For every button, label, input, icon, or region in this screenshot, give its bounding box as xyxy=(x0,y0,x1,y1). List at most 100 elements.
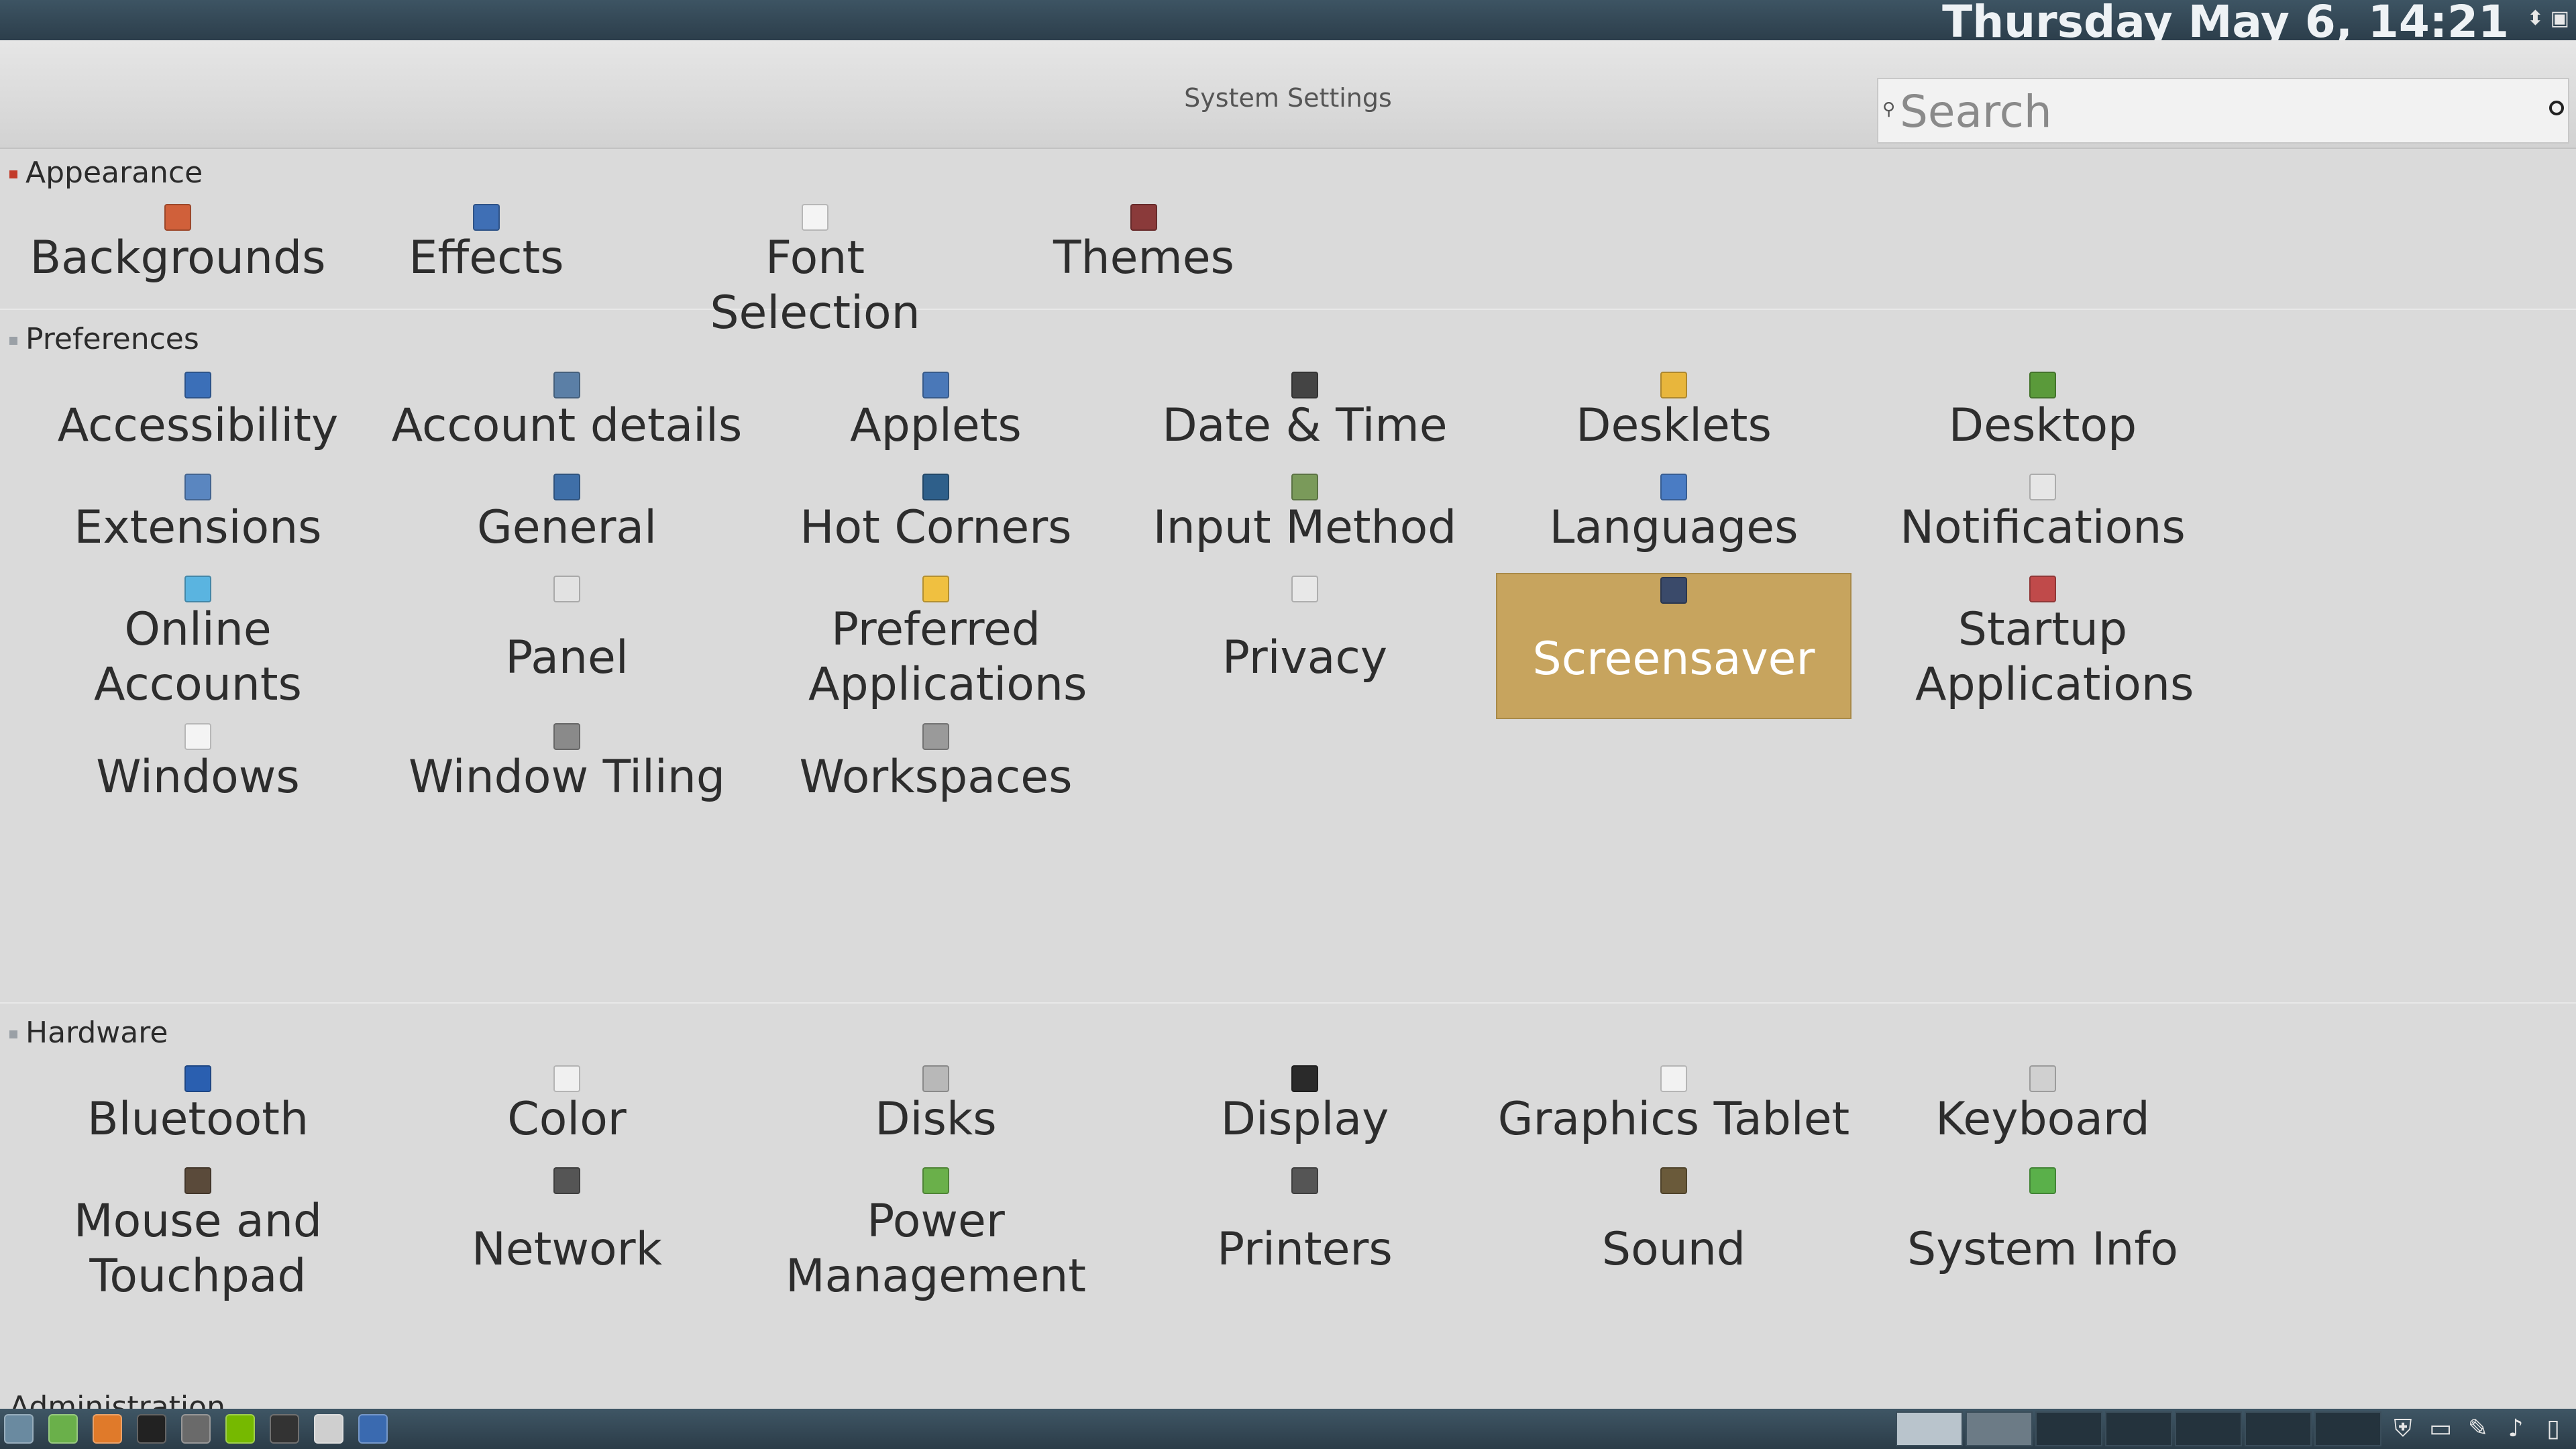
languages-icon xyxy=(1660,474,1687,500)
network-down-icon[interactable]: ⬍ xyxy=(2527,7,2544,30)
settings-item-privacy[interactable]: Privacy xyxy=(1127,573,1483,719)
disks-icon xyxy=(922,1065,949,1092)
settings-item-desktop[interactable]: Desktop xyxy=(1865,369,2220,470)
settings-item-system-info[interactable]: System Info xyxy=(1865,1165,2220,1311)
settings-item-applets[interactable]: Applets xyxy=(758,369,1114,470)
settings-item-label: Desktop xyxy=(1948,399,2137,452)
settings-item-label: Panel xyxy=(505,631,629,684)
settings-item-keyboard[interactable]: Keyboard xyxy=(1865,1063,2220,1163)
settings-icon[interactable] xyxy=(358,1414,388,1444)
color-icon xyxy=(553,1065,580,1092)
settings-item-display[interactable]: Display xyxy=(1127,1063,1483,1163)
workspace-switcher-item[interactable] xyxy=(2035,1411,2102,1446)
screensaver-icon xyxy=(1660,577,1687,604)
windows-icon xyxy=(184,723,211,750)
settings-item-power-management[interactable]: Power Management xyxy=(758,1165,1114,1311)
clear-search-icon[interactable] xyxy=(2549,101,2564,115)
settings-item-font-selection[interactable]: Font Selection xyxy=(657,201,973,339)
settings-item-effects[interactable]: Effects xyxy=(329,201,644,295)
settings-item-color[interactable]: Color xyxy=(389,1063,745,1163)
section-divider xyxy=(0,309,2576,310)
settings-item-accessibility[interactable]: Accessibility xyxy=(20,369,376,470)
music-icon[interactable]: ♪ xyxy=(2501,1414,2530,1444)
settings-item-date-time[interactable]: Date & Time xyxy=(1127,369,1483,470)
camera-icon[interactable] xyxy=(270,1414,299,1444)
terminal-icon[interactable] xyxy=(137,1414,166,1444)
settings-item-workspaces[interactable]: Workspaces xyxy=(758,720,1114,821)
settings-item-backgrounds[interactable]: Backgrounds xyxy=(20,201,335,295)
settings-item-label: General xyxy=(477,501,657,554)
settings-item-panel[interactable]: Panel xyxy=(389,573,745,719)
workspace-switcher-item[interactable] xyxy=(1966,1411,2033,1446)
settings-item-disks[interactable]: Disks xyxy=(758,1063,1114,1163)
settings-item-label: Color xyxy=(507,1093,627,1146)
bottom-panel: ⛨ ▭ ✎ ♪ ▯ xyxy=(0,1409,2576,1449)
settings-item-label: Bluetooth xyxy=(87,1093,309,1146)
notes-icon[interactable] xyxy=(314,1414,343,1444)
settings-item-graphics-tablet[interactable]: Graphics Tablet xyxy=(1496,1063,1851,1163)
online-accounts-icon xyxy=(184,576,211,602)
settings-item-label: Graphics Tablet xyxy=(1497,1093,1850,1146)
workspace-switcher-item[interactable] xyxy=(1896,1411,1963,1446)
settings-item-extensions[interactable]: Extensions xyxy=(20,471,376,572)
desklets-icon xyxy=(1660,372,1687,398)
settings-item-label: Accessibility xyxy=(57,399,339,452)
settings-item-label: Applets xyxy=(850,399,1022,452)
search-icon: ⚲ xyxy=(1882,99,1896,119)
firefox-icon[interactable] xyxy=(93,1414,122,1444)
settings-item-screensaver[interactable]: Screensaver xyxy=(1496,573,1851,719)
settings-item-label: Printers xyxy=(1217,1223,1393,1276)
workspace-switcher-item[interactable] xyxy=(2105,1411,2172,1446)
section-bullet-icon xyxy=(9,337,17,345)
settings-item-window-tiling[interactable]: Window Tiling xyxy=(389,720,745,821)
settings-item-account-details[interactable]: Account details xyxy=(389,369,745,470)
settings-item-label: Input Method xyxy=(1152,501,1457,554)
workspace-switcher-item[interactable] xyxy=(2245,1411,2312,1446)
settings-item-label: Date & Time xyxy=(1162,399,1448,452)
settings-item-label: Backgrounds xyxy=(30,231,326,284)
graphics-tablet-icon xyxy=(1660,1065,1687,1092)
section-header-hardware: Hardware xyxy=(9,1016,168,1056)
section-bullet-icon xyxy=(9,170,17,178)
settings-item-general[interactable]: General xyxy=(389,471,745,572)
files-icon[interactable] xyxy=(48,1414,78,1444)
pen-icon[interactable]: ✎ xyxy=(2463,1414,2493,1444)
workspace-switcher-item[interactable] xyxy=(2314,1411,2381,1446)
settings-item-hot-corners[interactable]: Hot Corners xyxy=(758,471,1114,572)
settings-item-themes[interactable]: Themes xyxy=(986,201,1301,295)
panel-icon xyxy=(553,576,580,602)
keyboard-icon[interactable]: ▭ xyxy=(2426,1414,2455,1444)
search-box[interactable]: ⚲ xyxy=(1877,78,2569,144)
backgrounds-icon xyxy=(164,204,191,231)
trash-icon[interactable] xyxy=(181,1414,211,1444)
settings-item-label: Privacy xyxy=(1222,631,1388,684)
battery-icon[interactable]: ▯ xyxy=(2538,1414,2568,1444)
settings-item-printers[interactable]: Printers xyxy=(1127,1165,1483,1311)
settings-item-bluetooth[interactable]: Bluetooth xyxy=(20,1063,376,1163)
settings-item-startup-applications[interactable]: Startup Applications xyxy=(1865,573,2220,719)
settings-item-languages[interactable]: Languages xyxy=(1496,471,1851,572)
settings-item-notifications[interactable]: Notifications xyxy=(1865,471,2220,572)
settings-item-label: Window Tiling xyxy=(408,751,726,804)
hot-corners-icon xyxy=(922,474,949,500)
sound-icon xyxy=(1660,1167,1687,1194)
settings-item-mouse-touchpad[interactable]: Mouse and Touchpad xyxy=(20,1165,376,1311)
settings-item-windows[interactable]: Windows xyxy=(20,720,376,821)
themes-icon xyxy=(1130,204,1157,231)
settings-item-online-accounts[interactable]: Online Accounts xyxy=(20,573,376,719)
settings-item-label: Network xyxy=(472,1223,662,1276)
settings-item-input-method[interactable]: Input Method xyxy=(1127,471,1483,572)
settings-item-label: Screensaver xyxy=(1532,633,1815,686)
workspace-switcher-item[interactable] xyxy=(2175,1411,2242,1446)
shield-icon[interactable]: ⛨ xyxy=(2388,1414,2418,1444)
settings-item-label: Account details xyxy=(391,399,743,452)
settings-item-network[interactable]: Network xyxy=(389,1165,745,1311)
menu-icon[interactable] xyxy=(4,1414,34,1444)
nvidia-icon[interactable] xyxy=(225,1414,255,1444)
settings-item-preferred-applications[interactable]: Preferred Applications xyxy=(758,573,1114,719)
settings-item-label: Hot Corners xyxy=(800,501,1072,554)
screen-icon[interactable]: ▣ xyxy=(2551,7,2569,30)
settings-item-desklets[interactable]: Desklets xyxy=(1496,369,1851,470)
search-input[interactable] xyxy=(1898,85,2532,138)
settings-item-sound[interactable]: Sound xyxy=(1496,1165,1851,1311)
